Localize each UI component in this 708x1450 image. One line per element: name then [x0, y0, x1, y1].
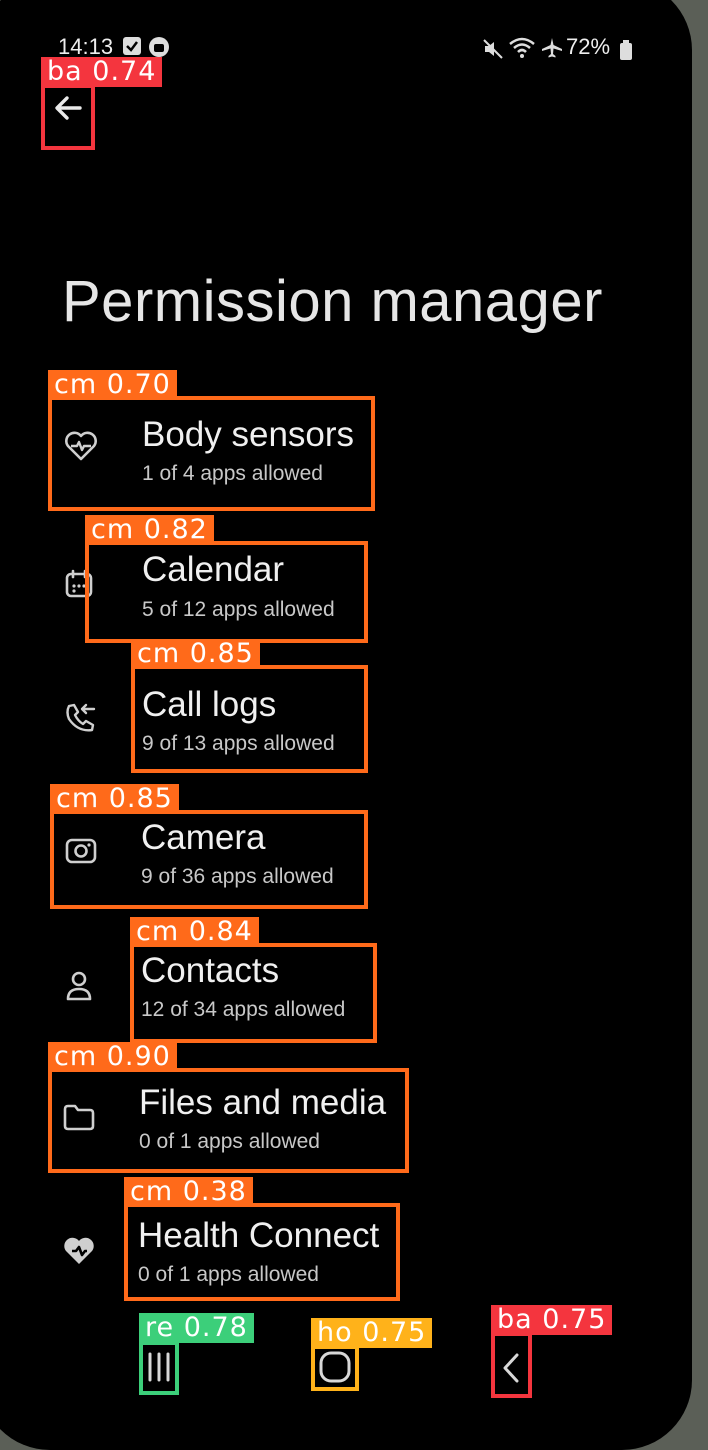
detection-label: ba 0.74: [41, 57, 163, 87]
battery-icon: [620, 40, 632, 65]
detection-box: [139, 1341, 179, 1395]
detection-box: [50, 810, 368, 909]
battery-percentage: 72%: [566, 34, 611, 59]
detection-label: cm 0.38: [124, 1177, 253, 1207]
detection-label: ba 0.75: [491, 1305, 613, 1335]
health-connect-icon: [60, 1235, 98, 1272]
detection-box: [130, 943, 377, 1043]
detection-label: cm 0.90: [48, 1042, 177, 1072]
detection-box: [131, 665, 368, 773]
detection-label: ho 0.75: [311, 1318, 433, 1348]
detection-label: cm 0.70: [48, 370, 177, 400]
detection-box: [48, 1068, 409, 1173]
detection-box: [124, 1203, 400, 1301]
detection-box: [48, 396, 375, 511]
detection-box: [311, 1345, 359, 1391]
detection-label: re 0.78: [139, 1313, 254, 1343]
detection-box: [491, 1332, 532, 1398]
detection-label: cm 0.82: [85, 515, 214, 545]
detection-box: [85, 541, 368, 643]
person-icon: [64, 970, 94, 1007]
detection-label: cm 0.85: [131, 639, 260, 669]
call-log-icon: [64, 702, 98, 739]
page-title: Permission manager: [62, 269, 603, 334]
wifi-icon: [508, 36, 536, 65]
mute-icon: [482, 38, 504, 65]
detection-label: cm 0.85: [50, 784, 179, 814]
detection-label: cm 0.84: [130, 917, 259, 947]
airplane-icon: [540, 36, 564, 65]
detection-box: [41, 84, 95, 150]
